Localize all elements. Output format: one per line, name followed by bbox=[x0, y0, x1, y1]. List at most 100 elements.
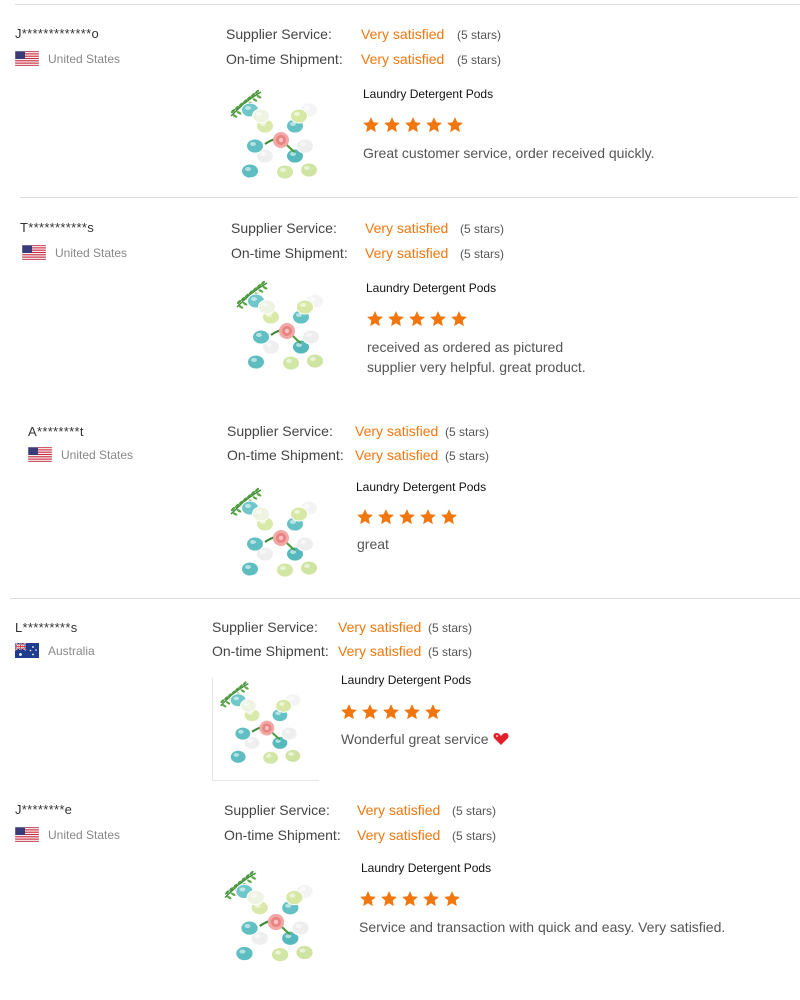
supplier-service-label: Supplier Service: bbox=[226, 26, 332, 42]
buyer-name: L*********s bbox=[15, 620, 78, 635]
supplier-service-label: Supplier Service: bbox=[227, 423, 333, 439]
supplier-service-value: Very satisfied bbox=[338, 619, 422, 635]
review-divider bbox=[20, 197, 798, 198]
supplier-service-stars: (5 stars) bbox=[452, 804, 497, 818]
comment-line: Service and transaction with quick and e… bbox=[359, 919, 726, 935]
supplier-service-stars: (5 stars) bbox=[445, 425, 490, 439]
supplier-service-label: Supplier Service: bbox=[212, 619, 318, 635]
buyer-name: A********t bbox=[28, 424, 84, 439]
supplier-service-value: Very satisfied bbox=[357, 802, 441, 818]
product-name[interactable]: Laundry Detergent Pods bbox=[341, 673, 471, 687]
on-time-shipment-value: Very satisfied bbox=[365, 245, 449, 261]
on-time-shipment-stars: (5 stars) bbox=[445, 449, 490, 463]
star-icon bbox=[447, 117, 463, 133]
review-divider bbox=[10, 598, 800, 599]
product-name[interactable]: Laundry Detergent Pods bbox=[361, 861, 491, 875]
star-icon bbox=[381, 891, 397, 907]
star-rating bbox=[362, 116, 464, 134]
supplier-service-label: Supplier Service: bbox=[224, 802, 330, 818]
star-icon bbox=[409, 311, 425, 327]
star-icon bbox=[367, 311, 383, 327]
product-thumbnail[interactable] bbox=[231, 276, 341, 388]
buyer-name: J*************o bbox=[15, 26, 99, 41]
buyer-country: United States bbox=[15, 827, 120, 842]
on-time-shipment-label: On-time Shipment: bbox=[224, 827, 341, 843]
star-icon bbox=[383, 704, 399, 720]
country-label: United States bbox=[48, 827, 121, 842]
review-comment: Service and transaction with quick and e… bbox=[359, 917, 725, 937]
supplier-service-label: Supplier Service: bbox=[231, 220, 337, 236]
star-icon bbox=[362, 704, 378, 720]
buyer-country: United States bbox=[22, 245, 127, 260]
country-label: United States bbox=[55, 245, 128, 260]
product-thumbnail[interactable] bbox=[225, 484, 335, 594]
country-label: United States bbox=[48, 51, 121, 66]
star-icon bbox=[430, 311, 446, 327]
star-icon bbox=[363, 117, 379, 133]
supplier-service-value: Very satisfied bbox=[365, 220, 449, 236]
comment-line: Great customer service, order received q… bbox=[363, 145, 655, 161]
review-comment: Great customer service, order received q… bbox=[363, 143, 655, 163]
buyer-country: Australia bbox=[15, 643, 95, 658]
on-time-shipment-stars: (5 stars) bbox=[457, 53, 502, 67]
buyer-name: T***********s bbox=[20, 220, 94, 235]
on-time-shipment-value: Very satisfied bbox=[355, 447, 439, 463]
review-comment: received as ordered as pictured supplier… bbox=[367, 337, 586, 377]
supplier-service-stars: (5 stars) bbox=[457, 28, 502, 42]
on-time-shipment-stars: (5 stars) bbox=[452, 829, 497, 843]
supplier-service-stars: (5 stars) bbox=[460, 222, 505, 236]
on-time-shipment-stars: (5 stars) bbox=[428, 645, 473, 659]
supplier-service-stars: (5 stars) bbox=[428, 621, 473, 635]
star-icon bbox=[420, 509, 436, 525]
us-flag-icon bbox=[15, 827, 39, 842]
product-thumbnail[interactable] bbox=[212, 678, 319, 781]
star-icon bbox=[426, 117, 442, 133]
star-rating bbox=[356, 508, 458, 526]
star-icon bbox=[384, 117, 400, 133]
review-comment: great bbox=[357, 534, 389, 554]
product-name[interactable]: Laundry Detergent Pods bbox=[366, 281, 496, 295]
star-icon bbox=[402, 891, 418, 907]
comment-line: Wonderful great service bbox=[341, 729, 509, 749]
supplier-service-value: Very satisfied bbox=[361, 26, 445, 42]
product-name[interactable]: Laundry Detergent Pods bbox=[363, 87, 493, 101]
comment-line: great bbox=[357, 536, 389, 552]
product-thumbnail[interactable] bbox=[225, 86, 335, 196]
star-icon bbox=[399, 509, 415, 525]
on-time-shipment-value: Very satisfied bbox=[338, 643, 422, 659]
supplier-service-value: Very satisfied bbox=[355, 423, 439, 439]
comment-line: supplier very helpful. great product. bbox=[367, 359, 586, 375]
us-flag-icon bbox=[22, 245, 46, 260]
star-icon bbox=[425, 704, 441, 720]
review-comment: Wonderful great service bbox=[341, 729, 509, 749]
us-flag-icon bbox=[28, 447, 52, 462]
buyer-name: J********e bbox=[15, 802, 73, 817]
star-icon bbox=[378, 509, 394, 525]
star-rating bbox=[359, 890, 461, 908]
star-icon bbox=[405, 117, 421, 133]
on-time-shipment-label: On-time Shipment: bbox=[227, 447, 344, 463]
star-icon bbox=[423, 891, 439, 907]
star-icon bbox=[441, 509, 457, 525]
star-icon bbox=[360, 891, 376, 907]
on-time-shipment-label: On-time Shipment: bbox=[231, 245, 348, 261]
country-label: Australia bbox=[48, 643, 95, 658]
us-flag-icon bbox=[15, 51, 39, 66]
star-icon bbox=[357, 509, 373, 525]
on-time-shipment-label: On-time Shipment: bbox=[226, 51, 343, 67]
star-icon bbox=[404, 704, 420, 720]
top-divider bbox=[15, 4, 800, 5]
star-icon bbox=[341, 704, 357, 720]
buyer-country: United States bbox=[28, 447, 133, 462]
country-label: United States bbox=[61, 447, 134, 462]
au-flag-icon bbox=[15, 643, 39, 658]
star-icon bbox=[451, 311, 467, 327]
star-icon bbox=[388, 311, 404, 327]
star-rating bbox=[340, 703, 442, 721]
star-icon bbox=[444, 891, 460, 907]
on-time-shipment-label: On-time Shipment: bbox=[212, 643, 329, 659]
product-thumbnail[interactable] bbox=[219, 866, 331, 980]
comment-text: Wonderful great service bbox=[341, 731, 489, 747]
product-name[interactable]: Laundry Detergent Pods bbox=[356, 480, 486, 494]
comment-line: received as ordered as pictured bbox=[367, 339, 564, 355]
